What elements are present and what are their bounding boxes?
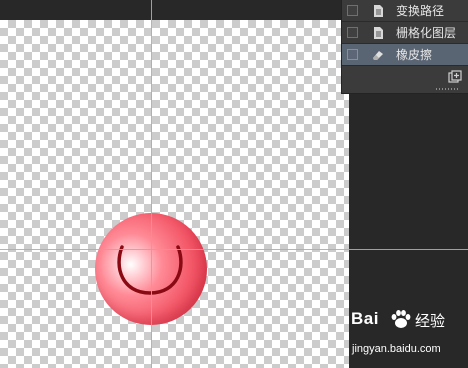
watermark-logo: Bai <box>351 309 379 328</box>
watermark-url: jingyan.baidu.com <box>352 343 441 355</box>
history-panel: 变换路径 栅格化图层 橡皮擦 <box>341 0 468 94</box>
paw-icon <box>391 310 411 328</box>
document-canvas[interactable] <box>0 20 349 368</box>
new-document-icon[interactable] <box>448 70 462 83</box>
history-item-label: 变换路径 <box>396 4 445 18</box>
panel-footer <box>342 67 468 93</box>
eraser-icon <box>373 50 383 60</box>
vertical-guide[interactable] <box>151 0 152 368</box>
document-icon <box>374 26 383 39</box>
horizontal-guide[interactable] <box>0 249 468 250</box>
history-item-label: 栅格化图层 <box>396 26 457 40</box>
document-icon <box>374 4 383 17</box>
snapshot-checkbox[interactable] <box>347 5 358 16</box>
history-item-label: 橡皮擦 <box>396 48 433 62</box>
history-item[interactable]: 栅格化图层 <box>342 22 468 44</box>
snapshot-checkbox[interactable] <box>347 27 358 38</box>
smile-curve <box>117 245 183 295</box>
history-item[interactable]: 变换路径 <box>342 0 468 22</box>
history-item-selected[interactable]: 橡皮擦 <box>342 44 468 66</box>
resize-grip[interactable] <box>436 88 458 90</box>
snapshot-checkbox[interactable] <box>347 49 358 60</box>
watermark-title: 经验 <box>415 312 446 330</box>
watermark: Bai 经验 jingyan.baidu.com <box>349 305 464 365</box>
